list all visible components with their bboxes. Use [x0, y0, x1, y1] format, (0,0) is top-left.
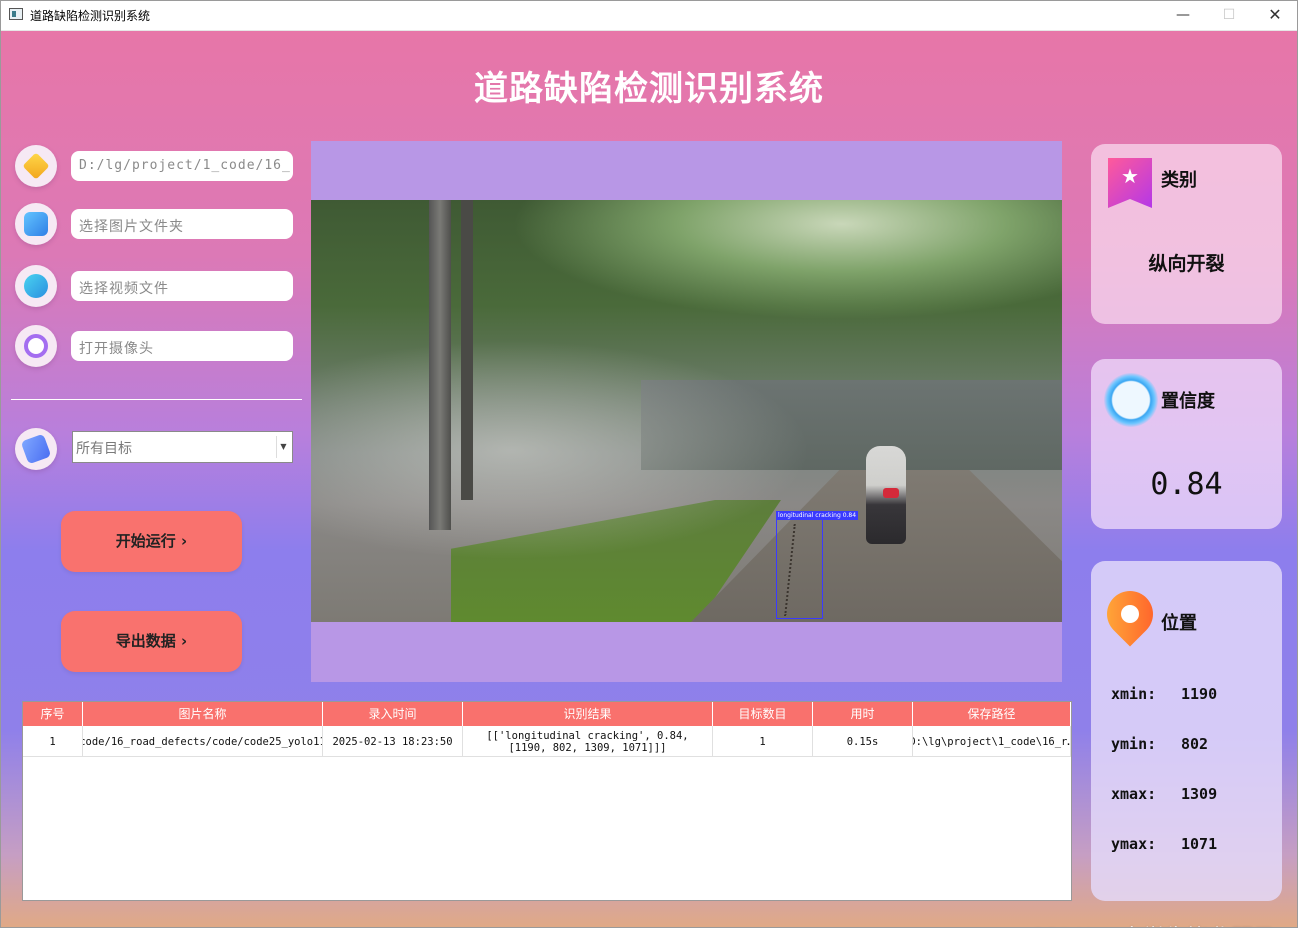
class-card: ★ 类别 纵向开裂	[1091, 144, 1282, 324]
detection-box	[776, 519, 823, 619]
folder-field[interactable]: 选择图片文件夹	[71, 209, 293, 239]
video-icon[interactable]	[15, 265, 57, 307]
ymax-label: ymax:	[1111, 835, 1157, 853]
position-title: 位置	[1161, 613, 1197, 634]
watermark: CSDN @大学生毕业题目	[1029, 920, 1275, 928]
table-row[interactable]: 1 D:/lg/project/1_code/16_road_defects/c…	[23, 726, 1071, 757]
image-viewer: longitudinal cracking 0.84	[311, 141, 1062, 682]
star-badge-icon: ★	[1108, 158, 1152, 208]
tail-light	[883, 488, 899, 498]
app-icon	[9, 8, 23, 20]
col-header-result[interactable]: 识别结果	[463, 702, 713, 726]
col-header-image-name[interactable]: 图片名称	[83, 702, 323, 726]
sidebar-divider	[11, 399, 302, 400]
page-title: 道路缺陷检测识别系统	[474, 69, 824, 109]
camera-icon[interactable]	[15, 325, 57, 367]
col-header-index[interactable]: 序号	[23, 702, 83, 726]
haze-overlay	[311, 340, 811, 560]
cell-result: [['longitudinal cracking', 0.84, [1190, …	[463, 726, 713, 757]
utility-pole-secondary	[461, 200, 473, 500]
cell-time: 2025-02-13 18:23:50	[323, 726, 463, 757]
cell-image-name: D:/lg/project/1_code/16_road_defects/cod…	[83, 726, 323, 757]
maximize-button[interactable]: ☐	[1206, 0, 1252, 31]
video-field[interactable]: 选择视频文件	[71, 271, 293, 301]
run-button[interactable]: 开始运行 ›	[61, 511, 242, 572]
confidence-ring-icon	[1104, 373, 1158, 427]
main-area: 道路缺陷检测识别系统 D:/lg/project/1_code/16_road_…	[1, 31, 1297, 928]
table-header: 序号 图片名称 录入时间 识别结果 目标数目 用时 保存路径	[23, 702, 1071, 726]
xmax-row: xmax: 1309	[1111, 785, 1217, 803]
xmax-label: xmax:	[1111, 785, 1157, 803]
xmin-value: 1190	[1181, 685, 1218, 703]
cell-index: 1	[23, 726, 83, 757]
confidence-title: 置信度	[1161, 391, 1215, 412]
detection-image: longitudinal cracking 0.84	[311, 200, 1062, 622]
position-card: 位置 xmin: 1190 ymin: 802 xmax: 1309 ymax: 107…	[1091, 561, 1282, 901]
cell-save-path: D:\lg\project\1_code\16_r…	[913, 726, 1071, 757]
close-button[interactable]: ✕	[1252, 0, 1298, 31]
cell-count: 1	[713, 726, 813, 757]
image-path-field[interactable]: D:/lg/project/1_code/16_road_defects/cod…	[71, 151, 293, 181]
utility-pole	[429, 200, 451, 530]
col-header-save-path[interactable]: 保存路径	[913, 702, 1071, 726]
ymax-row: ymax: 1071	[1111, 835, 1217, 853]
results-table[interactable]: 序号 图片名称 录入时间 识别结果 目标数目 用时 保存路径 1 D:/lg/p…	[22, 701, 1072, 901]
image-file-icon[interactable]	[15, 145, 57, 187]
export-button[interactable]: 导出数据 ›	[61, 611, 242, 672]
xmin-row: xmin: 1190	[1111, 685, 1217, 703]
class-value: 纵向开裂	[1148, 253, 1225, 275]
detection-label: longitudinal cracking 0.84	[776, 511, 859, 520]
class-title: 类别	[1161, 170, 1197, 191]
folder-icon[interactable]	[15, 203, 57, 245]
window-title: 道路缺陷检测识别系统	[30, 9, 151, 23]
col-header-count[interactable]: 目标数目	[713, 702, 813, 726]
xmin-label: xmin:	[1111, 685, 1157, 703]
confidence-value: 0.84	[1150, 467, 1223, 502]
location-pin-icon	[1097, 581, 1163, 647]
cell-duration: 0.15s	[813, 726, 913, 757]
title-bar: 道路缺陷检测识别系统 — ☐ ✕	[0, 0, 1298, 31]
col-header-time[interactable]: 录入时间	[323, 702, 463, 726]
ymin-value: 802	[1181, 735, 1209, 753]
ymin-label: ymin:	[1111, 735, 1157, 753]
col-header-duration[interactable]: 用时	[813, 702, 913, 726]
target-select[interactable]: 所有目标 ▼	[72, 431, 293, 463]
minimize-button[interactable]: —	[1160, 0, 1206, 31]
ymax-value: 1071	[1181, 835, 1218, 853]
camera-field[interactable]: 打开摄像头	[71, 331, 293, 361]
target-filter-icon	[15, 428, 57, 470]
chevron-down-icon[interactable]: ▼	[276, 436, 290, 458]
confidence-card: 置信度 0.84	[1091, 359, 1282, 529]
target-select-value: 所有目标	[76, 441, 132, 457]
xmax-value: 1309	[1181, 785, 1218, 803]
tree-canopy	[511, 200, 1062, 320]
ymin-row: ymin: 802	[1111, 735, 1208, 753]
